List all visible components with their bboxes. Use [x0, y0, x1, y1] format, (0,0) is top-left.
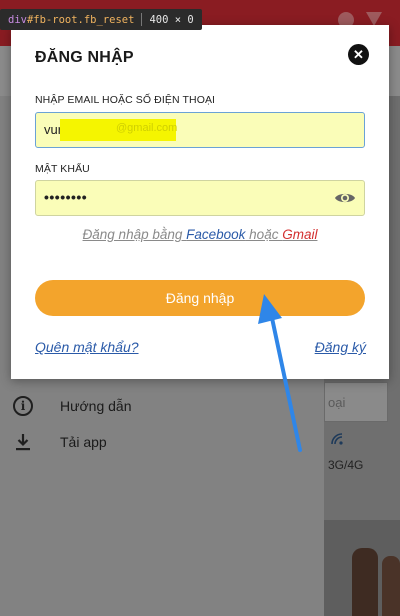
info-icon: i: [12, 395, 34, 417]
devtools-tag: div: [8, 13, 27, 26]
password-value: ••••••••: [44, 189, 88, 205]
close-button[interactable]: ✕: [348, 44, 369, 65]
devtools-divider: [141, 13, 143, 26]
forgot-password-link[interactable]: Quên mật khẩu?: [35, 339, 139, 355]
login-modal: ĐĂNG NHẬP ✕ NHẬP EMAIL HOẶC SỐ ĐIỆN THOẠ…: [11, 25, 389, 379]
devtools-size: 400 × 0: [149, 13, 194, 26]
login-button[interactable]: Đăng nhập: [35, 280, 365, 316]
show-password-icon[interactable]: [334, 188, 356, 208]
download-icon: [12, 431, 34, 453]
gmail-login-link[interactable]: Gmail: [282, 227, 317, 242]
filter-icon: [366, 12, 382, 26]
facebook-login-link[interactable]: Facebook: [186, 227, 245, 242]
register-link[interactable]: Đăng ký: [315, 339, 366, 355]
email-field[interactable]: vur @gmail.com: [35, 112, 365, 148]
sidebar-item-label: Tải app: [60, 434, 107, 450]
redacted-email-text: @gmail.com: [116, 122, 178, 134]
sidebar-item-label: Hướng dẫn: [60, 398, 132, 414]
product-figure: [352, 548, 378, 616]
product-figure: [382, 556, 400, 616]
devtools-element-label: div #fb-root.fb_reset 400 × 0: [0, 9, 202, 30]
network-label: 3G/4G: [328, 458, 364, 472]
social-middle: hoặc: [245, 227, 283, 242]
background-input-text: oại: [328, 395, 346, 410]
signal-icon: [330, 432, 344, 446]
modal-title: ĐĂNG NHẬP: [35, 49, 134, 66]
social-login-line: Đăng nhập bằng Facebook hoặc Gmail: [11, 227, 389, 242]
sidebar-item-download-app[interactable]: Tải app: [12, 430, 107, 454]
devtools-selector: #fb-root.fb_reset: [26, 13, 135, 26]
password-label: MẬT KHẨU: [35, 163, 90, 175]
close-icon: ✕: [353, 46, 364, 62]
password-field[interactable]: ••••••••: [35, 180, 365, 216]
social-prefix: Đăng nhập bằng: [82, 227, 187, 242]
sidebar-item-guide[interactable]: i Hướng dẫn: [12, 394, 131, 418]
email-label: NHẬP EMAIL HOẶC SỐ ĐIỆN THOẠI: [35, 94, 216, 106]
